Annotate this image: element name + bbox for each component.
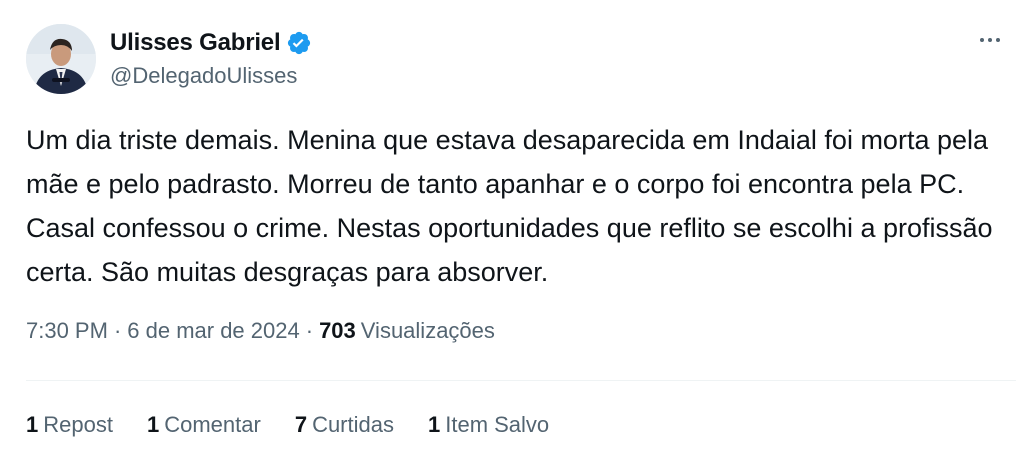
avatar[interactable] (26, 24, 96, 94)
stat-bookmarks[interactable]: 1 Item Salvo (428, 412, 549, 438)
divider (26, 380, 1016, 381)
stat-count: 1 (146, 412, 160, 437)
author-name-row: Ulisses Gabriel (110, 28, 312, 58)
stat-label: Curtidas (312, 412, 394, 437)
author-handle[interactable]: @DelegadoUlisses (110, 63, 312, 89)
stat-likes[interactable]: 7 Curtidas (295, 412, 394, 438)
stat-comments[interactable]: 1 Comentar (147, 412, 261, 438)
verified-badge-icon[interactable] (286, 30, 312, 56)
stat-label: Comentar (164, 412, 261, 437)
stat-count: 7 (294, 412, 308, 437)
author-name[interactable]: Ulisses Gabriel (110, 29, 281, 57)
views-count: 703 (319, 318, 356, 343)
meta-separator: · (113, 318, 122, 343)
meta-separator: · (305, 318, 314, 343)
engagement-stats: 1 Repost 1 Comentar 7 Curtidas 1 Item Sa… (26, 412, 583, 438)
views-label[interactable]: Visualizações (361, 318, 495, 344)
tweet-date[interactable]: 6 de mar de 2024 (127, 318, 299, 344)
author-block: Ulisses Gabriel @DelegadoUlisses (110, 28, 312, 89)
tweet-meta: 7:30 PM · 6 de mar de 2024 · 703 Visuali… (26, 318, 495, 344)
stat-count: 1 (427, 412, 441, 437)
more-options-icon[interactable] (976, 34, 1004, 46)
stat-reposts[interactable]: 1 Repost (26, 412, 113, 438)
stat-label: Repost (43, 412, 113, 437)
stat-label: Item Salvo (445, 412, 550, 437)
stat-count: 1 (26, 412, 39, 437)
tweet-text: Um dia triste demais. Menina que estava … (26, 125, 993, 287)
tweet-time[interactable]: 7:30 PM (26, 318, 108, 344)
